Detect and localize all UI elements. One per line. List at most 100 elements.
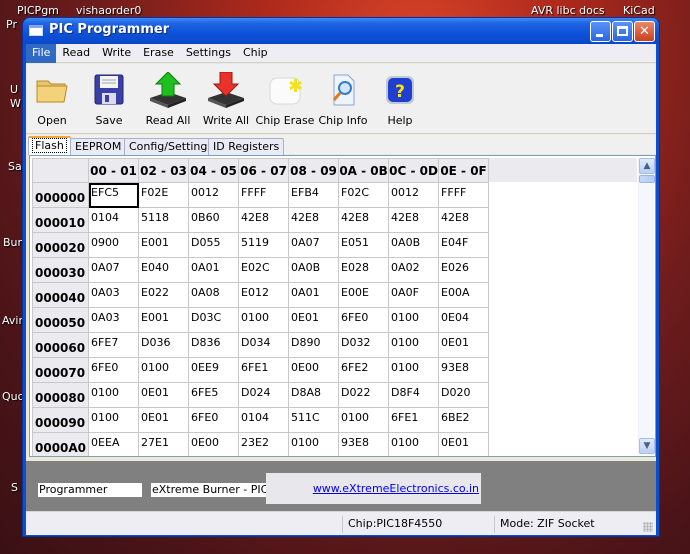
close-button[interactable]: ✕ — [634, 21, 655, 42]
hex-cell[interactable]: E040 — [138, 257, 190, 283]
hex-cell[interactable]: 0012 — [388, 182, 440, 208]
hex-cell[interactable]: 0A0B — [388, 232, 440, 258]
hex-cell[interactable]: 93E8 — [338, 432, 390, 456]
column-header[interactable]: 0A - 0B — [338, 158, 390, 183]
hex-cell[interactable]: 6FE2 — [338, 357, 390, 383]
hex-cell[interactable]: 0E00 — [188, 432, 240, 456]
menu-file[interactable]: File — [26, 44, 57, 63]
hex-cell[interactable]: 0EEA — [88, 432, 140, 456]
hex-cell[interactable]: 0104 — [88, 207, 140, 233]
hex-cell[interactable]: 42E8 — [288, 207, 340, 233]
hex-cell[interactable]: 0A03 — [88, 282, 140, 308]
hex-cell[interactable]: 0100 — [88, 407, 140, 433]
hex-cell[interactable]: 0A01 — [288, 282, 340, 308]
column-header[interactable]: 0E - 0F — [438, 158, 490, 183]
menu-write[interactable]: Write — [96, 44, 137, 63]
hex-cell[interactable]: 0E01 — [138, 382, 190, 408]
desktop-icon-label[interactable]: Pr — [6, 18, 17, 31]
hex-cell[interactable]: 5119 — [238, 232, 290, 258]
hex-cell[interactable]: D036 — [138, 332, 190, 358]
column-header[interactable]: 04 - 05 — [188, 158, 240, 183]
hex-cell[interactable]: D890 — [288, 332, 340, 358]
scroll-down-button[interactable]: ▼ — [639, 438, 655, 454]
hex-cell[interactable]: D032 — [338, 332, 390, 358]
hex-cell[interactable]: 0A07 — [288, 232, 340, 258]
desktop-icon-label[interactable]: S — [11, 481, 18, 494]
resize-grip[interactable] — [643, 522, 653, 532]
tab-id-registers[interactable]: ID Registers — [208, 138, 285, 155]
desktop-icon-label[interactable]: Sa — [8, 160, 22, 173]
hex-cell[interactable]: E051 — [338, 232, 390, 258]
hex-cell[interactable]: E00A — [438, 282, 490, 308]
hex-cell[interactable]: D055 — [188, 232, 240, 258]
hex-cell[interactable]: 5118 — [138, 207, 190, 233]
hex-cell[interactable]: E00E — [338, 282, 390, 308]
hex-cell[interactable]: EFC5 — [88, 182, 140, 208]
hex-cell[interactable]: 42E8 — [338, 207, 390, 233]
hex-cell[interactable]: E022 — [138, 282, 190, 308]
hex-cell[interactable]: 0A08 — [188, 282, 240, 308]
desktop-icon-vishaorder[interactable]: vishaorder0 — [76, 4, 141, 17]
hex-cell[interactable]: D8A8 — [288, 382, 340, 408]
hex-cell[interactable]: 0A07 — [88, 257, 140, 283]
hex-cell[interactable]: 0100 — [338, 407, 390, 433]
menu-read[interactable]: Read — [56, 44, 96, 63]
title-bar[interactable]: PIC Programmer ✕ — [23, 18, 659, 44]
desktop-icon-label[interactable]: Avir — [2, 314, 23, 327]
hex-cell[interactable]: 0100 — [388, 357, 440, 383]
vertical-scrollbar[interactable]: ▲ ▼ — [638, 158, 655, 454]
desktop-icon-picpgm[interactable]: PICPgm — [17, 4, 59, 17]
hex-cell[interactable]: 93E8 — [438, 357, 490, 383]
hex-cell[interactable]: E012 — [238, 282, 290, 308]
hex-cell[interactable]: 42E8 — [238, 207, 290, 233]
hex-cell[interactable]: 6FE7 — [88, 332, 140, 358]
hex-cell[interactable]: 0A02 — [388, 257, 440, 283]
hex-cell[interactable]: 0E01 — [288, 307, 340, 333]
hex-cell[interactable]: 0100 — [388, 432, 440, 456]
save-button[interactable]: Save — [77, 68, 141, 127]
hex-cell[interactable]: 0100 — [88, 382, 140, 408]
write-all-button[interactable]: Write All — [194, 68, 258, 127]
hex-cell[interactable]: 6BE2 — [438, 407, 490, 433]
hex-cell[interactable]: E001 — [138, 232, 190, 258]
scroll-up-button[interactable]: ▲ — [639, 158, 655, 174]
hex-cell[interactable]: D8F4 — [388, 382, 440, 408]
hex-cell[interactable]: E026 — [438, 257, 490, 283]
chip-info-button[interactable]: Chip Info — [311, 68, 375, 127]
hex-cell[interactable]: 6FE1 — [388, 407, 440, 433]
hex-cell[interactable]: 0A03 — [88, 307, 140, 333]
hex-cell[interactable]: 0E04 — [438, 307, 490, 333]
hex-cell[interactable]: D03C — [188, 307, 240, 333]
desktop-icon-label[interactable]: Bur — [3, 236, 22, 249]
hex-cell[interactable]: 0012 — [188, 182, 240, 208]
hex-cell[interactable]: FFFF — [238, 182, 290, 208]
open-button[interactable]: Open — [20, 68, 84, 127]
hex-cell[interactable]: 0100 — [388, 307, 440, 333]
hex-cell[interactable]: 0E01 — [438, 332, 490, 358]
hex-cell[interactable]: 6FE0 — [338, 307, 390, 333]
hex-cell[interactable]: 42E8 — [438, 207, 490, 233]
tab-eeprom[interactable]: EEPROM — [70, 138, 127, 155]
column-header[interactable]: 0C - 0D — [388, 158, 440, 183]
hex-cell[interactable]: D024 — [238, 382, 290, 408]
hex-cell[interactable]: E02C — [238, 257, 290, 283]
hex-cell[interactable]: D034 — [238, 332, 290, 358]
column-header[interactable]: 02 - 03 — [138, 158, 190, 183]
column-header[interactable]: 08 - 09 — [288, 158, 340, 183]
hex-cell[interactable]: 0100 — [138, 357, 190, 383]
column-header[interactable]: 06 - 07 — [238, 158, 290, 183]
hex-cell[interactable]: 0E00 — [288, 357, 340, 383]
column-header[interactable]: 00 - 01 — [88, 158, 140, 183]
desktop-icon-kicad[interactable]: KiCad — [623, 4, 655, 17]
hex-cell[interactable]: 0100 — [388, 332, 440, 358]
minimize-button[interactable] — [590, 21, 611, 42]
hex-cell[interactable]: 27E1 — [138, 432, 190, 456]
hex-cell[interactable]: D836 — [188, 332, 240, 358]
hex-cell[interactable]: 0E01 — [138, 407, 190, 433]
desktop-icon-avr-libc-docs[interactable]: AVR libc docs — [531, 4, 605, 17]
tab-flash[interactable]: Flash — [28, 136, 71, 155]
menu-settings[interactable]: Settings — [180, 44, 237, 63]
hex-cell[interactable]: 42E8 — [388, 207, 440, 233]
maximize-button[interactable] — [612, 21, 633, 42]
menu-chip[interactable]: Chip — [237, 44, 274, 63]
